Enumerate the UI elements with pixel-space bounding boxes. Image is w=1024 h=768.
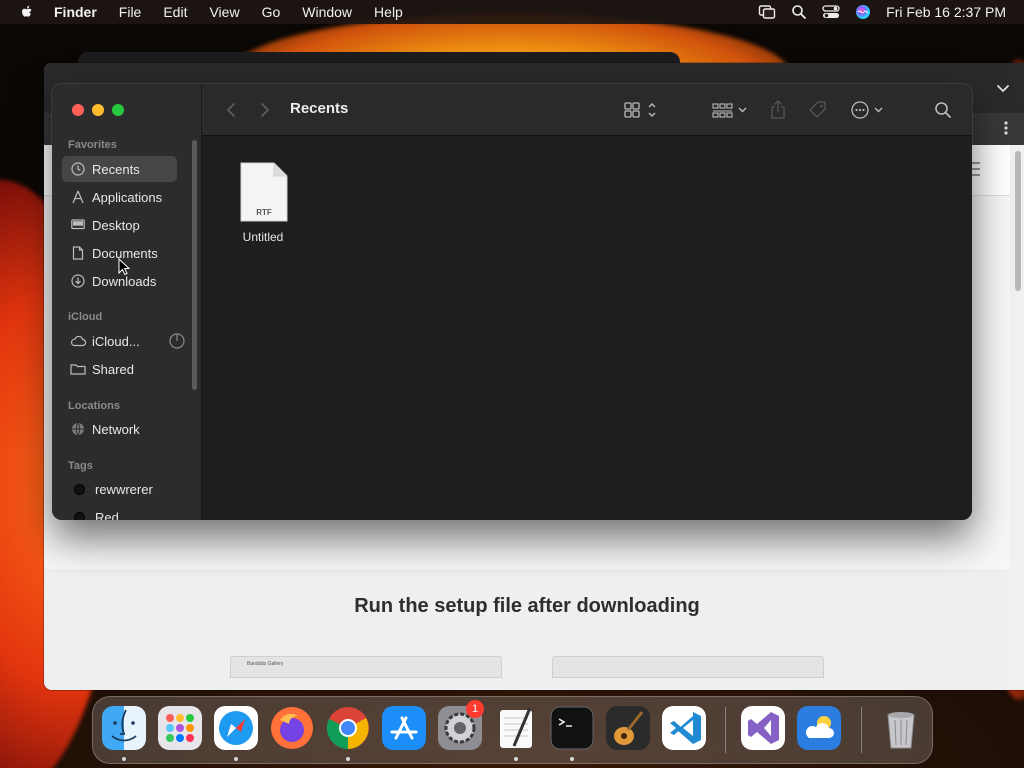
more-actions-button[interactable]: [850, 99, 886, 121]
weather-app-icon[interactable]: [797, 706, 841, 750]
minimize-window-button[interactable]: [92, 104, 104, 116]
launchpad-app-icon[interactable]: [158, 706, 202, 750]
sidebar-item-shared[interactable]: Shared: [62, 356, 177, 382]
group-by-button[interactable]: [712, 99, 748, 121]
sidebar-item-label: Shared: [92, 361, 134, 377]
applications-icon: [70, 189, 86, 205]
dock-separator: [861, 707, 862, 753]
finder-content[interactable]: Recents RTF Untitled: [202, 84, 972, 520]
finder-window[interactable]: Favorites Recents Applications Desktop D…: [52, 84, 972, 520]
close-window-button[interactable]: [72, 104, 84, 116]
share-icon[interactable]: [770, 99, 786, 121]
tag-color-dot: [74, 483, 85, 495]
running-indicator: [346, 757, 350, 761]
zoom-window-button[interactable]: [112, 104, 124, 116]
dock-separator: [725, 707, 726, 753]
globe-icon: [70, 421, 86, 437]
sidebar-header-locations: Locations: [68, 400, 120, 412]
content-section: [44, 569, 1010, 690]
menu-clock[interactable]: Fri Feb 16 2:37 PM: [886, 4, 1006, 20]
more-options-icon[interactable]: [1004, 119, 1008, 137]
forward-chevron-icon[interactable]: [258, 102, 272, 118]
safari-app-icon[interactable]: [214, 706, 258, 750]
clock-icon: [70, 161, 86, 177]
menu-edit[interactable]: Edit: [163, 0, 187, 24]
apple-menu-icon[interactable]: [19, 4, 35, 20]
running-indicator: [234, 757, 238, 761]
sidebar-item-label: Network: [92, 421, 140, 437]
sidebar-item-label: Applications: [92, 189, 163, 205]
sidebar-item-label: Recents: [92, 161, 140, 177]
running-indicator: [514, 757, 518, 761]
sidebar-tag-item[interactable]: Red: [62, 504, 177, 520]
sidebar-item-desktop[interactable]: Desktop: [62, 212, 177, 238]
screenshot-thumbnail: Bandizip Gallery: [230, 656, 502, 678]
tag-icon[interactable]: [808, 99, 828, 121]
sidebar-item-label: rewwrerer: [95, 481, 153, 497]
browser-scrollbar-thumb[interactable]: [1015, 151, 1021, 291]
sidebar-item-label: Desktop: [92, 217, 140, 233]
menu-bar: Finder File Edit View Go Window Help Fri…: [0, 0, 1024, 24]
sidebar-header-tags: Tags: [68, 460, 93, 472]
menu-file[interactable]: File: [119, 0, 142, 24]
window-title: Recents: [290, 100, 349, 117]
chevron-down-icon[interactable]: [996, 81, 1010, 95]
textedit-app-icon[interactable]: [494, 706, 538, 750]
trash-icon[interactable]: [879, 706, 923, 750]
app-store-app-icon[interactable]: [382, 706, 426, 750]
menu-app-name[interactable]: Finder: [54, 0, 97, 24]
thumbnail-tab-label: Bandizip Gallery: [247, 661, 284, 667]
cloud-icon: [70, 333, 86, 349]
spotlight-search-icon[interactable]: [790, 3, 808, 21]
running-indicator: [122, 757, 126, 761]
search-icon[interactable]: [934, 99, 952, 121]
file-type-label: RTF: [256, 208, 272, 217]
notification-badge: 1: [466, 700, 484, 718]
sidebar-item-recents[interactable]: Recents: [62, 156, 177, 182]
chrome-app-icon[interactable]: [326, 706, 370, 750]
sidebar-scrollbar[interactable]: [192, 140, 197, 390]
sidebar-item-icloud-drive[interactable]: iCloud...: [62, 328, 185, 354]
download-icon: [70, 273, 86, 289]
finder-toolbar: Recents: [202, 84, 972, 136]
menu-go[interactable]: Go: [262, 0, 281, 24]
rtf-document-icon: RTF: [240, 162, 288, 222]
screen-mirroring-icon[interactable]: [758, 3, 776, 21]
sidebar-header-favorites: Favorites: [68, 139, 117, 151]
finder-sidebar: Favorites Recents Applications Desktop D…: [52, 84, 202, 520]
setup-heading: Run the setup file after downloading: [354, 595, 700, 617]
vscode-app-icon[interactable]: [662, 706, 706, 750]
document-icon: [70, 245, 86, 261]
garageband-app-icon[interactable]: [606, 706, 650, 750]
mouse-pointer-icon: [118, 257, 131, 276]
back-chevron-icon[interactable]: [224, 102, 238, 118]
sidebar-item-label: Red: [95, 509, 119, 521]
file-item[interactable]: RTF Untitled: [232, 162, 294, 244]
desktop-icon: [70, 217, 86, 233]
dock: [92, 696, 933, 764]
sync-progress-icon: [169, 333, 185, 349]
sidebar-item-label: iCloud...: [92, 333, 140, 349]
shared-folder-icon: [70, 361, 86, 377]
sidebar-item-applications[interactable]: Applications: [62, 184, 177, 210]
file-name: Untitled: [242, 230, 284, 244]
visual-studio-app-icon[interactable]: [741, 706, 785, 750]
sidebar-header-icloud: iCloud: [68, 311, 103, 323]
menu-help[interactable]: Help: [374, 0, 403, 24]
running-indicator: [570, 757, 574, 761]
menu-window[interactable]: Window: [302, 0, 352, 24]
finder-app-icon[interactable]: [102, 706, 146, 750]
tag-color-dot: [74, 511, 85, 520]
siri-icon[interactable]: [854, 3, 872, 21]
view-mode-button[interactable]: [624, 99, 660, 121]
sidebar-tag-item[interactable]: rewwrerer: [62, 476, 177, 502]
terminal-app-icon[interactable]: [550, 706, 594, 750]
screenshot-thumbnail: [552, 656, 824, 678]
control-center-icon[interactable]: [822, 3, 840, 21]
sidebar-item-network[interactable]: Network: [62, 416, 177, 442]
menu-view[interactable]: View: [209, 0, 239, 24]
firefox-app-icon[interactable]: [270, 706, 314, 750]
